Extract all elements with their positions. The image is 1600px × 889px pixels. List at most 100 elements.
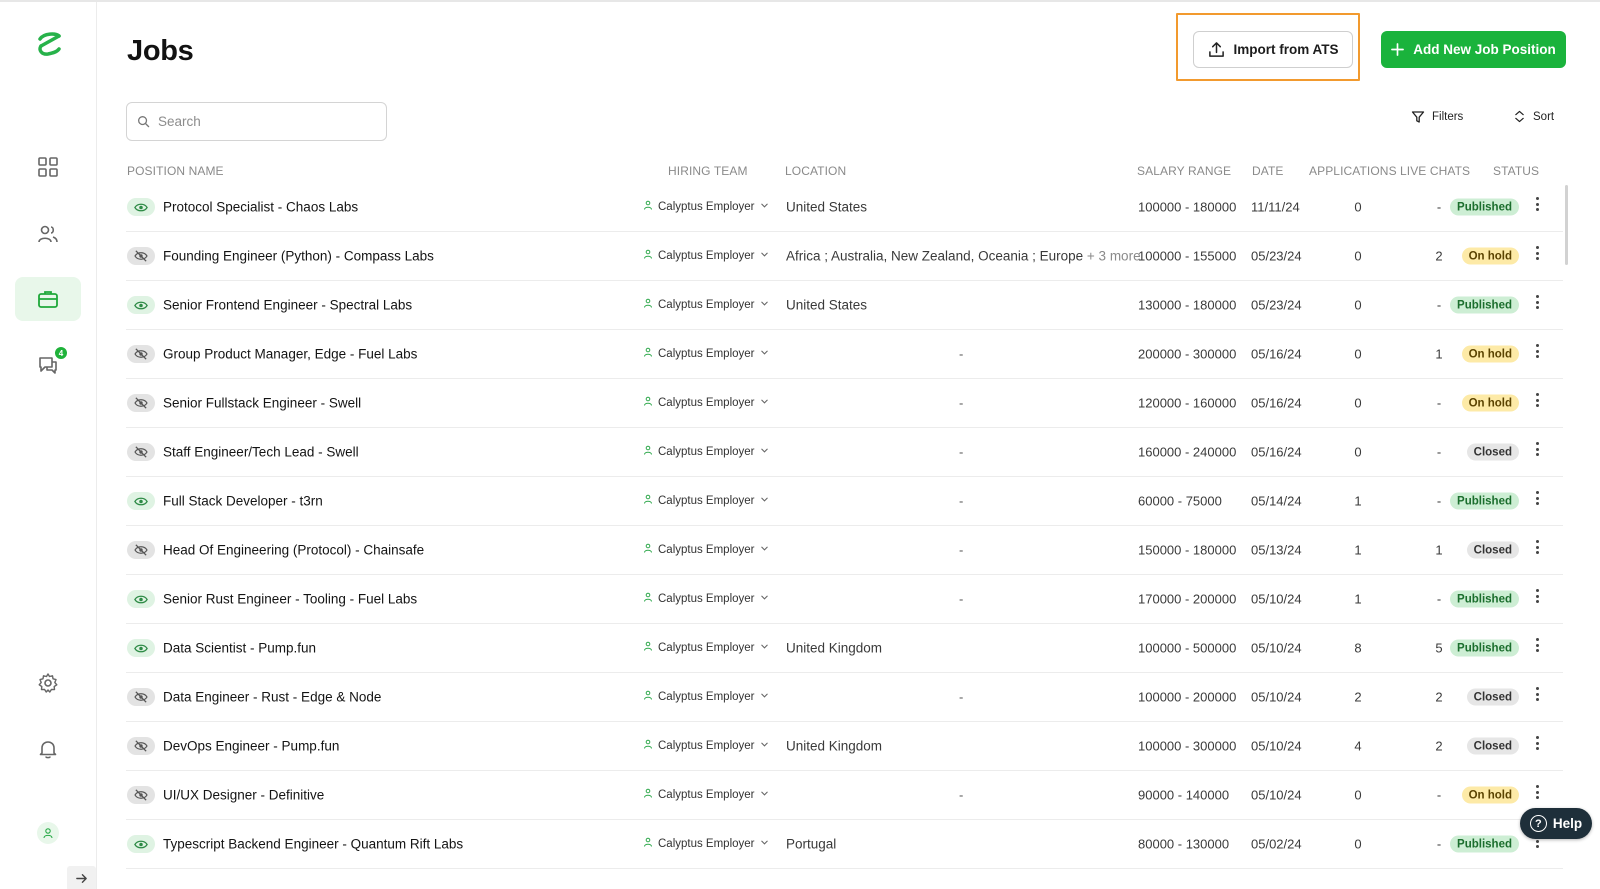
row-menu-icon[interactable] <box>1531 244 1543 262</box>
position-name[interactable]: Group Product Manager, Edge - Fuel Labs <box>163 347 417 362</box>
visibility-off-icon[interactable] <box>127 443 155 461</box>
position-name[interactable]: DevOps Engineer - Pump.fun <box>163 739 339 754</box>
col-status[interactable]: STATUS <box>1493 164 1539 178</box>
sort-button[interactable]: Sort <box>1513 110 1554 123</box>
visibility-off-icon[interactable] <box>127 247 155 265</box>
position-name[interactable]: Head Of Engineering (Protocol) - Chainsa… <box>163 543 424 558</box>
hiring-team-dropdown[interactable]: Calyptus Employer <box>643 347 769 360</box>
filters-button[interactable]: Filters <box>1411 110 1463 124</box>
hiring-team-dropdown[interactable]: Calyptus Employer <box>643 837 769 850</box>
col-salary[interactable]: SALARY RANGE <box>1137 164 1231 178</box>
position-name[interactable]: Senior Rust Engineer - Tooling - Fuel La… <box>163 592 417 607</box>
sidebar-item-settings[interactable] <box>15 661 81 705</box>
visibility-on-icon[interactable] <box>127 590 155 608</box>
table-row[interactable]: Head Of Engineering (Protocol) - Chainsa… <box>126 526 1563 575</box>
table-row[interactable]: Senior Fullstack Engineer - Swell Calyptu… <box>126 379 1563 428</box>
scrollbar[interactable] <box>1565 185 1568 265</box>
visibility-off-icon[interactable] <box>127 688 155 706</box>
table-row[interactable]: Data Engineer - Rust - Edge & Node Calypt… <box>126 673 1563 722</box>
col-date[interactable]: DATE <box>1252 164 1284 178</box>
table-row[interactable]: Data Scientist - Pump.fun Calyptus Employ… <box>126 624 1563 673</box>
visibility-on-icon[interactable] <box>127 835 155 853</box>
visibility-off-icon[interactable] <box>127 737 155 755</box>
location-more[interactable]: + 3 more <box>1087 249 1141 264</box>
row-menu-icon[interactable] <box>1531 342 1543 360</box>
avatar[interactable] <box>37 822 59 844</box>
row-menu-icon[interactable] <box>1531 195 1543 213</box>
table-row[interactable]: Founding Engineer (Python) - Compass Lab… <box>126 232 1563 281</box>
add-job-button[interactable]: Add New Job Position <box>1381 31 1566 68</box>
col-hiring-team[interactable]: HIRING TEAM <box>668 164 748 178</box>
table-row[interactable]: Protocol Specialist - Chaos Labs Calyptus… <box>126 183 1563 232</box>
row-menu-icon[interactable] <box>1531 293 1543 311</box>
table-row[interactable]: Senior Rust Engineer - Tooling - Fuel La… <box>126 575 1563 624</box>
table-row[interactable]: UI/UX Designer - Definitive Calyptus Empl… <box>126 771 1563 820</box>
table-row[interactable]: Group Product Manager, Edge - Fuel Labs C… <box>126 330 1563 379</box>
table-row[interactable]: Senior Frontend Engineer - Spectral Labs… <box>126 281 1563 330</box>
search-box[interactable] <box>126 102 387 141</box>
col-position[interactable]: POSITION NAME <box>127 164 224 178</box>
table-row[interactable]: Full Stack Developer - t3rn Calyptus Empl… <box>126 477 1563 526</box>
row-menu-icon[interactable] <box>1531 636 1543 654</box>
hiring-team-dropdown[interactable]: Calyptus Employer <box>643 445 769 458</box>
position-name[interactable]: Staff Engineer/Tech Lead - Swell <box>163 445 359 460</box>
hiring-team-dropdown[interactable]: Calyptus Employer <box>643 690 769 703</box>
visibility-on-icon[interactable] <box>127 492 155 510</box>
position-name[interactable]: Data Engineer - Rust - Edge & Node <box>163 690 381 705</box>
hiring-team-dropdown[interactable]: Calyptus Employer <box>643 739 769 752</box>
hiring-team-dropdown[interactable]: Calyptus Employer <box>643 396 769 409</box>
visibility-off-icon[interactable] <box>127 786 155 804</box>
status-badge: Published <box>1450 198 1519 216</box>
visibility-on-icon[interactable] <box>127 296 155 314</box>
table-row[interactable]: Staff Engineer/Tech Lead - Swell Calyptus… <box>126 428 1563 477</box>
sidebar-item-notifications[interactable] <box>15 727 81 771</box>
table-row[interactable]: DevOps Engineer - Pump.fun Calyptus Emplo… <box>126 722 1563 771</box>
logo-icon[interactable] <box>34 30 64 60</box>
row-menu-icon[interactable] <box>1531 489 1543 507</box>
sidebar-item-candidates[interactable] <box>15 212 81 256</box>
row-menu-icon[interactable] <box>1531 734 1543 752</box>
visibility-off-icon[interactable] <box>127 345 155 363</box>
hiring-team-dropdown[interactable]: Calyptus Employer <box>643 298 769 311</box>
visibility-on-icon[interactable] <box>127 198 155 216</box>
row-menu-icon[interactable] <box>1531 685 1543 703</box>
help-button[interactable]: ? Help <box>1520 808 1592 839</box>
position-name[interactable]: Full Stack Developer - t3rn <box>163 494 323 509</box>
sidebar-item-messages[interactable]: 4 <box>15 343 81 387</box>
person-icon <box>643 494 653 507</box>
col-applications[interactable]: APPLICATIONS <box>1309 164 1397 178</box>
collapse-sidebar-button[interactable] <box>67 866 96 889</box>
hiring-team-dropdown[interactable]: Calyptus Employer <box>643 200 769 213</box>
position-name[interactable]: Founding Engineer (Python) - Compass Lab… <box>163 249 434 264</box>
sidebar-item-dashboard[interactable] <box>15 145 81 189</box>
applications-cell: 2 <box>1354 689 1362 705</box>
row-menu-icon[interactable] <box>1531 440 1543 458</box>
row-menu-icon[interactable] <box>1531 391 1543 409</box>
hiring-team-dropdown[interactable]: Calyptus Employer <box>643 592 769 605</box>
position-name[interactable]: Typescript Backend Engineer - Quantum Ri… <box>163 837 463 852</box>
hiring-team-dropdown[interactable]: Calyptus Employer <box>643 249 769 262</box>
visibility-on-icon[interactable] <box>127 639 155 657</box>
location-text: Africa ; Australia, New Zealand, Oceania… <box>786 248 1084 264</box>
visibility-off-icon[interactable] <box>127 394 155 412</box>
row-menu-icon[interactable] <box>1531 783 1543 801</box>
position-name[interactable]: Senior Fullstack Engineer - Swell <box>163 396 361 411</box>
sidebar-item-jobs[interactable] <box>15 277 81 321</box>
visibility-off-icon[interactable] <box>127 541 155 559</box>
position-name[interactable]: Data Scientist - Pump.fun <box>163 641 316 656</box>
import-from-ats-button[interactable]: Import from ATS <box>1193 31 1353 68</box>
hiring-team-dropdown[interactable]: Calyptus Employer <box>643 494 769 507</box>
position-name[interactable]: Protocol Specialist - Chaos Labs <box>163 200 358 215</box>
row-menu-icon[interactable] <box>1531 587 1543 605</box>
table-row[interactable]: Typescript Backend Engineer - Quantum Ri… <box>126 820 1563 869</box>
position-name[interactable]: Senior Frontend Engineer - Spectral Labs <box>163 298 412 313</box>
hiring-team-dropdown[interactable]: Calyptus Employer <box>643 641 769 654</box>
col-location[interactable]: LOCATION <box>785 164 846 178</box>
hiring-team-dropdown[interactable]: Calyptus Employer <box>643 788 769 801</box>
row-menu-icon[interactable] <box>1531 538 1543 556</box>
live-chats-cell: - <box>1436 199 1442 215</box>
position-name[interactable]: UI/UX Designer - Definitive <box>163 788 324 803</box>
search-input[interactable] <box>158 114 358 129</box>
col-live-chats[interactable]: LIVE CHATS <box>1400 164 1470 178</box>
hiring-team-dropdown[interactable]: Calyptus Employer <box>643 543 769 556</box>
